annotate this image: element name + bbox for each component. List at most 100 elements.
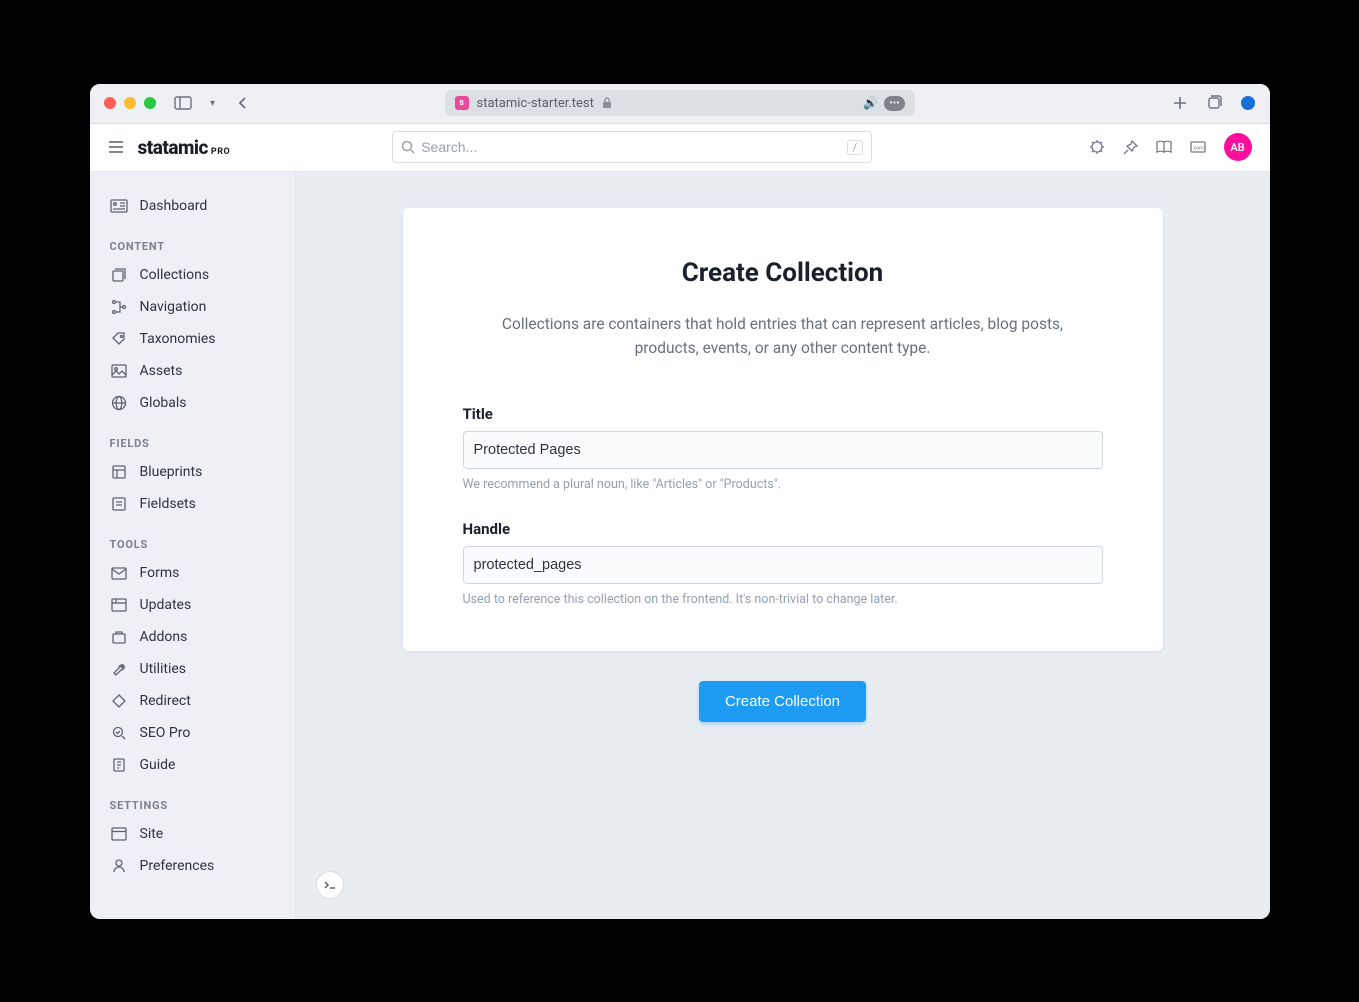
bug-icon[interactable] [1089, 139, 1105, 155]
address-bar[interactable]: s statamic-starter.test 🔊 ••• [445, 90, 915, 116]
audio-icon[interactable]: 🔊 [863, 96, 878, 110]
browser-titlebar: ▾ s statamic-starter.test 🔊 ••• [90, 84, 1270, 124]
minimize-window-button[interactable] [124, 97, 136, 109]
sidebar-item-dashboard[interactable]: Dashboard [90, 190, 295, 222]
pin-icon[interactable] [1123, 140, 1138, 155]
sidebar-item-guide[interactable]: Guide [90, 749, 295, 781]
fieldset-icon [110, 495, 128, 513]
browser-window: ▾ s statamic-starter.test 🔊 ••• [90, 84, 1270, 919]
sidebar-item-blueprints[interactable]: Blueprints [90, 456, 295, 488]
sidebar-item-label: Addons [140, 629, 188, 645]
seo-icon [110, 724, 128, 742]
sidebar-item-preferences[interactable]: Preferences [90, 850, 295, 882]
preferences-icon [110, 857, 128, 875]
lock-icon [602, 97, 612, 109]
extension-icon[interactable] [1240, 95, 1256, 111]
title-input[interactable] [463, 431, 1103, 469]
sidebar-item-addons[interactable]: Addons [90, 621, 295, 653]
collections-icon [110, 266, 128, 284]
title-label: Title [463, 405, 1103, 423]
main-content: Create Collection Collections are contai… [296, 172, 1270, 919]
sidebar: Dashboard CONTENT Collections Navigation… [90, 172, 296, 919]
guide-icon [110, 756, 128, 774]
sidebar-item-label: Taxonomies [140, 331, 216, 347]
reader-badge-icon[interactable]: ••• [884, 96, 904, 111]
field-title: Title We recommend a plural noun, like "… [463, 405, 1103, 492]
brand-name: statamic [138, 136, 208, 159]
title-help: We recommend a plural noun, like "Articl… [463, 477, 1103, 492]
page-title: Create Collection [463, 258, 1103, 288]
brand-tier: PRO [211, 147, 230, 157]
sidebar-item-navigation[interactable]: Navigation [90, 291, 295, 323]
menu-toggle-button[interactable] [108, 140, 124, 154]
globe-icon [110, 394, 128, 412]
handle-help: Used to reference this collection on the… [463, 592, 1103, 607]
sidebar-item-label: Site [140, 826, 164, 842]
sidebar-item-label: Forms [140, 565, 180, 581]
utilities-icon [110, 660, 128, 678]
sidebar-heading: SETTINGS [90, 781, 295, 818]
sidebar-item-forms[interactable]: Forms [90, 557, 295, 589]
search-input[interactable] [421, 139, 846, 155]
field-handle: Handle Used to reference this collection… [463, 520, 1103, 607]
maximize-window-button[interactable] [144, 97, 156, 109]
sidebar-item-label: Assets [140, 363, 183, 379]
sidebar-item-redirect[interactable]: Redirect [90, 685, 295, 717]
addons-icon [110, 628, 128, 646]
page-description: Collections are containers that hold ent… [483, 312, 1083, 362]
forms-icon [110, 564, 128, 582]
blueprint-icon [110, 463, 128, 481]
svg-text:.com: .com [1192, 146, 1204, 152]
create-collection-card: Create Collection Collections are contai… [403, 208, 1163, 652]
search-icon [401, 140, 415, 154]
sidebar-item-assets[interactable]: Assets [90, 355, 295, 387]
book-icon[interactable] [1156, 140, 1172, 154]
close-window-button[interactable] [104, 97, 116, 109]
handle-input[interactable] [463, 546, 1103, 584]
sidebar-item-fieldsets[interactable]: Fieldsets [90, 488, 295, 520]
sidebar-item-utilities[interactable]: Utilities [90, 653, 295, 685]
sidebar-item-label: Utilities [140, 661, 187, 677]
sidebar-item-taxonomies[interactable]: Taxonomies [90, 323, 295, 355]
sidebar-item-updates[interactable]: Updates [90, 589, 295, 621]
tag-icon [110, 330, 128, 348]
sidebar-item-label: Redirect [140, 693, 191, 709]
sidebar-heading: FIELDS [90, 419, 295, 456]
brand-logo[interactable]: statamicPRO [138, 136, 231, 159]
dashboard-icon [110, 197, 128, 215]
sidebar-item-label: SEO Pro [140, 725, 191, 741]
sidebar-item-label: Navigation [140, 299, 207, 315]
sidebar-item-label: Updates [140, 597, 192, 613]
sidebar-item-site[interactable]: Site [90, 818, 295, 850]
sidebar-item-label: Preferences [140, 858, 215, 874]
sidebar-item-globals[interactable]: Globals [90, 387, 295, 419]
chevron-down-icon[interactable]: ▾ [204, 95, 222, 111]
updates-icon [110, 596, 128, 614]
redirect-icon [110, 692, 128, 710]
console-button[interactable] [316, 871, 344, 899]
sidebar-item-label: Fieldsets [140, 496, 196, 512]
sidebar-item-label: Guide [140, 757, 176, 773]
search-shortcut-hint: / [847, 140, 864, 155]
sidebar-heading: TOOLS [90, 520, 295, 557]
app-header: statamicPRO / .com AB [90, 124, 1270, 172]
site-icon [110, 825, 128, 843]
user-avatar[interactable]: AB [1224, 133, 1252, 161]
image-icon [110, 362, 128, 380]
sidebar-item-label: Globals [140, 395, 187, 411]
sidebar-item-label: Blueprints [140, 464, 203, 480]
new-tab-button[interactable] [1172, 95, 1188, 111]
sidebar-item-seo-pro[interactable]: SEO Pro [90, 717, 295, 749]
sidebar-heading: CONTENT [90, 222, 295, 259]
domain-icon[interactable]: .com [1190, 141, 1206, 153]
traffic-lights [104, 97, 156, 109]
create-collection-button[interactable]: Create Collection [699, 681, 866, 722]
navigation-icon [110, 298, 128, 316]
sidebar-item-collections[interactable]: Collections [90, 259, 295, 291]
sidebar-toggle-icon[interactable] [174, 95, 192, 111]
tabs-overview-button[interactable] [1206, 95, 1222, 111]
back-button[interactable] [234, 95, 252, 111]
global-search[interactable]: / [392, 131, 872, 163]
sidebar-item-label: Dashboard [140, 198, 208, 214]
handle-label: Handle [463, 520, 1103, 538]
